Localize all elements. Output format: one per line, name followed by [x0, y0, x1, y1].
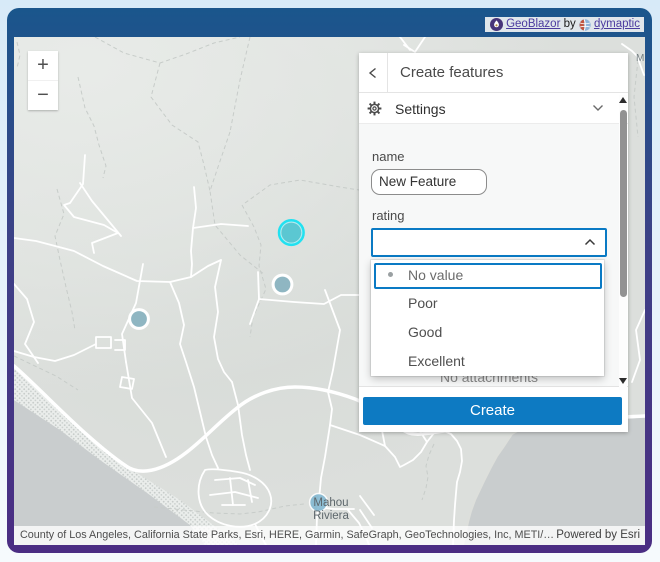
- svg-text:Riviera: Riviera: [313, 510, 349, 522]
- svg-text:Mahou: Mahou: [313, 497, 348, 509]
- svg-text:M: M: [636, 53, 644, 64]
